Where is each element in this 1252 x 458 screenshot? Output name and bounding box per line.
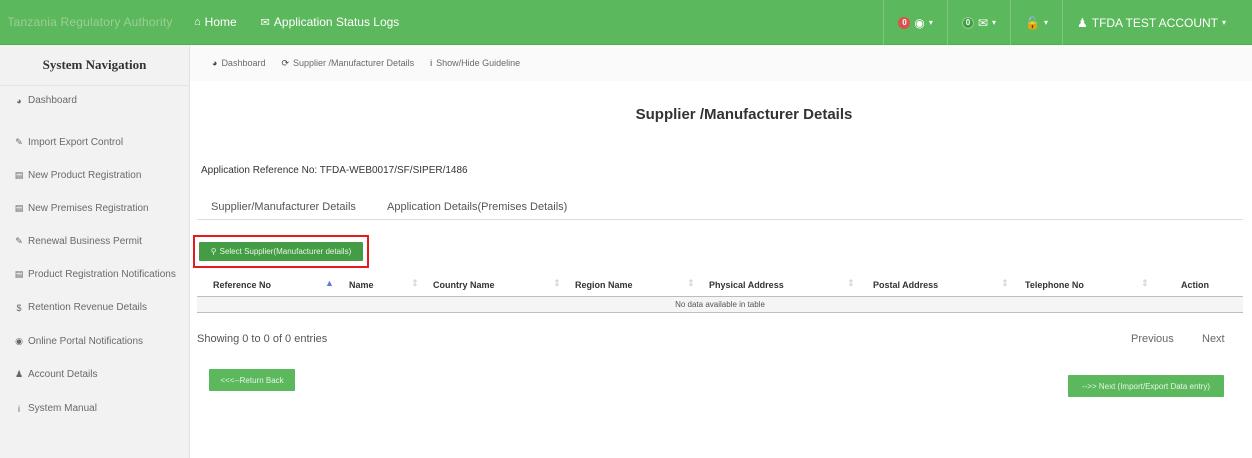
messages-dropdown[interactable]: 0 ✉ ▾ <box>946 0 1010 45</box>
select-supplier-label: Select Supplier(Manufacturer details) <box>219 247 352 256</box>
notifications-count-badge: 0 <box>898 16 911 29</box>
status-logs-label: Application Status Logs <box>273 15 400 29</box>
sidebar-item-product-registration-notifications[interactable]: ▤ Product Registration Notifications <box>14 269 176 280</box>
table-header: Reference No ▲ Name ⇕ Country Name ⇕ Reg… <box>197 273 1243 297</box>
next-page-button[interactable]: Next <box>1202 333 1225 345</box>
previous-button[interactable]: Previous <box>1131 333 1174 345</box>
search-icon: ⚲ <box>210 247 217 256</box>
sort-asc-icon: ▲ <box>325 278 334 288</box>
messages-count-badge: 0 <box>961 16 974 29</box>
user-icon: ♟ <box>14 369 24 379</box>
navbar-right: 0 ◉ ▾ 0 ✉ ▾ 🔓 ▾ ♟ TFDA TEST ACCOUNT ▾ <box>883 0 1252 45</box>
sidebar-item-label: Renewal Business Permit <box>28 236 142 247</box>
application-status-logs-link[interactable]: ✉ Application Status Logs <box>255 0 406 45</box>
folder-icon: ▤ <box>14 203 24 213</box>
sidebar-item-label: System Manual <box>28 403 97 414</box>
guideline-label: Show/Hide Guideline <box>436 58 521 68</box>
folder-icon: ▤ <box>14 269 24 279</box>
col-name[interactable]: Name <box>349 273 374 297</box>
home-label: Home <box>204 15 237 29</box>
user-icon: ♟ <box>1076 15 1088 30</box>
refresh-icon: ⟳ <box>281 57 290 68</box>
col-telephone-no[interactable]: Telephone No <box>1025 273 1084 297</box>
chevron-down-icon: ▾ <box>928 18 933 27</box>
pencil-icon: ✎ <box>15 236 23 246</box>
info-icon: i <box>430 58 433 68</box>
globe-icon: ◉ <box>15 336 23 346</box>
notifications-dropdown[interactable]: 0 ◉ ▾ <box>883 0 947 45</box>
breadcrumb-supplier-label: Supplier /Manufacturer Details <box>293 58 415 68</box>
sidebar-item-new-product-registration[interactable]: ▤ New Product Registration <box>14 170 142 181</box>
top-navbar: Tanzania Regulatory Authority ⌂ Home ✉ A… <box>0 0 1252 45</box>
sidebar-item-label: Dashboard <box>28 95 77 106</box>
sort-icon: ⇕ <box>847 278 855 288</box>
col-physical-address[interactable]: Physical Address <box>709 273 784 297</box>
brand-logo[interactable]: Tanzania Regulatory Authority <box>0 0 180 45</box>
col-reference-no[interactable]: Reference No <box>213 273 271 297</box>
chevron-down-icon: ▾ <box>991 18 996 27</box>
home-icon: ⌂ <box>194 16 201 28</box>
sidebar-item-label: Account Details <box>28 369 98 380</box>
sidebar-item-new-premises-registration[interactable]: ▤ New Premises Registration <box>14 203 149 214</box>
sidebar-item-label: Import Export Control <box>28 137 124 148</box>
envelope-icon: ✉ <box>977 15 988 30</box>
sort-icon: ⇕ <box>1141 278 1149 288</box>
page-title: Supplier /Manufacturer Details <box>635 106 853 123</box>
breadcrumb-supplier[interactable]: ⟳ Supplier /Manufacturer Details <box>281 58 414 69</box>
col-region-name[interactable]: Region Name <box>575 273 633 297</box>
dollar-icon: $ <box>16 302 22 313</box>
sort-icon: ⇕ <box>1001 278 1009 288</box>
sidebar-item-label: New Product Registration <box>28 170 142 181</box>
tab-application-details[interactable]: Application Details(Premises Details) <box>387 194 567 220</box>
application-reference: Application Reference No: TFDA-WEB0017/S… <box>201 165 468 176</box>
return-back-button[interactable]: <<<--Return Back <box>209 369 295 391</box>
sort-icon: ⇕ <box>411 278 419 288</box>
sidebar-item-retention-revenue-details[interactable]: $ Retention Revenue Details <box>14 302 147 313</box>
sidebar-title: System Navigation <box>0 45 189 86</box>
tab-bar: Supplier/Manufacturer Details Applicatio… <box>197 194 1243 220</box>
highlight-box: ⚲ Select Supplier(Manufacturer details) <box>193 235 369 268</box>
info-icon: i <box>18 403 20 414</box>
chevron-down-icon: ▾ <box>1221 18 1226 27</box>
account-dropdown[interactable]: ♟ TFDA TEST ACCOUNT ▾ <box>1061 0 1252 45</box>
breadcrumb-dashboard[interactable]: ◕ Dashboard <box>212 58 265 68</box>
supplier-table: Reference No ▲ Name ⇕ Country Name ⇕ Reg… <box>197 273 1243 313</box>
sidebar-item-label: Product Registration Notifications <box>28 269 176 280</box>
sidebar-item-label: New Premises Registration <box>28 203 149 214</box>
sidebar-item-system-manual[interactable]: i System Manual <box>14 403 97 414</box>
pencil-icon: ✎ <box>15 137 23 147</box>
sidebar-item-label: Retention Revenue Details <box>28 302 147 313</box>
col-postal-address[interactable]: Postal Address <box>873 273 938 297</box>
sidebar-item-label: Online Portal Notifications <box>28 336 144 347</box>
sidebar-item-renewal-business-permit[interactable]: ✎ Renewal Business Permit <box>14 236 142 247</box>
dashboard-icon: ◕ <box>212 58 218 68</box>
table-empty-row: No data available in table <box>197 297 1243 313</box>
show-hide-guideline-link[interactable]: i Show/Hide Guideline <box>430 58 520 68</box>
table-info: Showing 0 to 0 of 0 entries <box>197 333 328 345</box>
folder-icon: ▤ <box>14 170 24 180</box>
sort-icon: ⇕ <box>687 278 695 288</box>
next-import-export-button[interactable]: -->> Next (Import/Export Data entry) <box>1068 375 1224 397</box>
tab-supplier-manufacturer-details[interactable]: Supplier/Manufacturer Details <box>211 194 356 220</box>
sort-icon: ⇕ <box>553 278 561 288</box>
breadcrumb-dashboard-label: Dashboard <box>221 58 266 68</box>
sidebar-item-import-export-control[interactable]: ✎ Import Export Control <box>14 137 123 148</box>
lock-dropdown[interactable]: 🔓 ▾ <box>1010 0 1062 45</box>
sidebar-item-dashboard[interactable]: ◕ Dashboard <box>14 95 77 106</box>
sidebar-item-online-portal-notifications[interactable]: ◉ Online Portal Notifications <box>14 336 143 347</box>
sidebar-item-account-details[interactable]: ♟ Account Details <box>14 369 98 380</box>
account-label: TFDA TEST ACCOUNT <box>1091 15 1218 30</box>
select-supplier-button[interactable]: ⚲ Select Supplier(Manufacturer details) <box>199 242 363 261</box>
col-country-name[interactable]: Country Name <box>433 273 495 297</box>
comments-icon: ✉ <box>260 16 270 29</box>
col-action[interactable]: Action <box>1181 273 1209 297</box>
lock-icon: 🔓 <box>1025 15 1040 30</box>
chevron-down-icon: ▾ <box>1043 18 1048 27</box>
globe-icon: ◉ <box>914 15 925 30</box>
breadcrumb: ◕ Dashboard ⟳ Supplier /Manufacturer Det… <box>190 45 1252 81</box>
dashboard-icon: ◕ <box>16 95 22 106</box>
sidebar: System Navigation <box>0 45 190 458</box>
home-link[interactable]: ⌂ Home <box>188 0 243 45</box>
